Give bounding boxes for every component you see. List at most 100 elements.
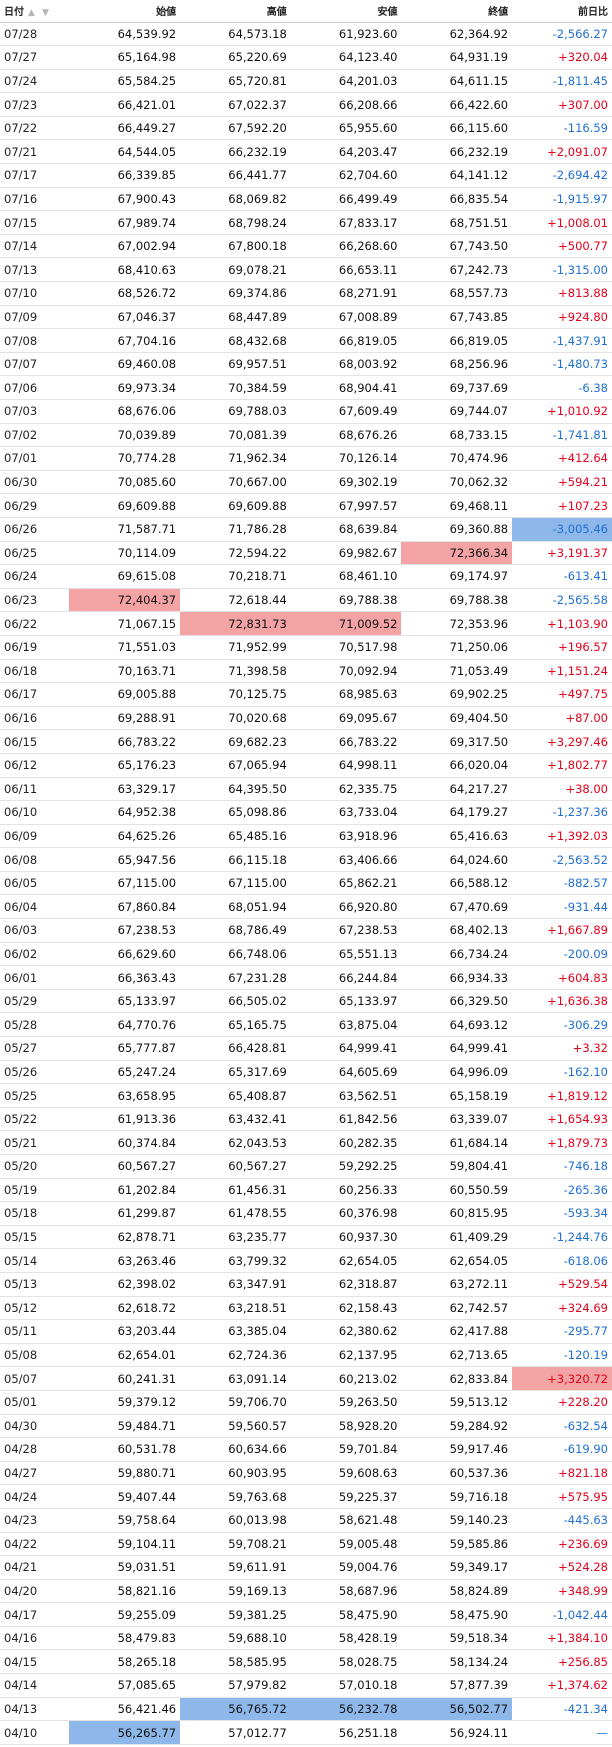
table-row: 05/13 62,398.02 63,347.91 62,318.87 63,272.1… — [0, 1272, 612, 1297]
cell-open: 65,176.23 — [69, 753, 181, 778]
cell-high: 60,903.95 — [180, 1461, 291, 1486]
cell-date: 05/25 — [0, 1083, 70, 1108]
cell-close: 68,751.51 — [401, 210, 513, 235]
cell-close: 66,934.33 — [401, 965, 513, 990]
cell-high: 66,748.06 — [180, 942, 291, 967]
cell-change: -116.59 — [512, 116, 612, 141]
table-row: 05/07 60,241.31 63,091.14 60,213.02 62,833.8… — [0, 1366, 612, 1391]
cell-close: 61,684.14 — [401, 1130, 513, 1155]
cell-change: -746.18 — [512, 1154, 612, 1179]
column-header-date[interactable]: 日付 ▲ ▼ — [0, 0, 70, 23]
table-row: 05/01 59,379.12 59,706.70 59,263.50 59,513.1… — [0, 1390, 612, 1415]
cell-open: 68,526.72 — [69, 281, 181, 306]
cell-close: 59,140.23 — [401, 1508, 513, 1533]
cell-change: -1,480.73 — [512, 352, 612, 377]
cell-low: 66,208.66 — [290, 92, 402, 117]
cell-open: 67,002.94 — [69, 234, 181, 259]
cell-low: 70,517.98 — [290, 635, 402, 660]
table-row: 05/18 61,299.87 61,478.55 60,376.98 60,815.9… — [0, 1201, 612, 1226]
cell-high: 66,115.18 — [180, 847, 291, 872]
table-row: 05/25 63,658.95 65,408.87 63,562.51 65,158.1… — [0, 1083, 612, 1108]
cell-open: 70,163.71 — [69, 659, 181, 684]
cell-close: 62,364.92 — [401, 22, 513, 47]
cell-low: 61,923.60 — [290, 22, 402, 47]
cell-low: 69,788.38 — [290, 588, 402, 613]
cell-open: 66,363.43 — [69, 965, 181, 990]
table-row: 06/08 65,947.56 66,115.18 63,406.66 64,024.6… — [0, 847, 612, 872]
column-header-open[interactable]: 始値 — [69, 0, 181, 23]
column-header-low[interactable]: 安値 — [290, 0, 402, 23]
cell-high: 71,952.99 — [180, 635, 291, 660]
cell-open: 59,407.44 — [69, 1484, 181, 1509]
cell-open: 66,783.22 — [69, 729, 181, 754]
cell-low: 66,244.84 — [290, 965, 402, 990]
cell-date: 04/17 — [0, 1602, 70, 1627]
cell-high: 70,125.75 — [180, 682, 291, 707]
cell-date: 05/21 — [0, 1130, 70, 1155]
table-row: 06/12 65,176.23 67,065.94 64,998.11 66,020.0… — [0, 753, 612, 778]
cell-high: 60,567.27 — [180, 1154, 291, 1179]
cell-low: 58,428.19 — [290, 1626, 402, 1651]
cell-date: 04/20 — [0, 1579, 70, 1604]
cell-high: 70,081.39 — [180, 423, 291, 448]
cell-high: 71,962.34 — [180, 446, 291, 471]
cell-low: 66,499.49 — [290, 187, 402, 212]
cell-high: 67,115.00 — [180, 871, 291, 896]
cell-open: 61,913.36 — [69, 1107, 181, 1132]
cell-low: 59,701.84 — [290, 1437, 402, 1462]
cell-change: -1,811.45 — [512, 69, 612, 94]
table-row: 07/10 68,526.72 69,374.86 68,271.91 68,557.7… — [0, 281, 612, 306]
cell-close: 66,588.12 — [401, 871, 513, 896]
column-header-close[interactable]: 終値 — [401, 0, 513, 23]
cell-open: 59,255.09 — [69, 1602, 181, 1627]
cell-open: 56,265.77 — [69, 1720, 181, 1745]
cell-open: 62,618.72 — [69, 1296, 181, 1321]
cell-change: +3.32 — [512, 1036, 612, 1061]
stock-price-table: 日付 ▲ ▼ 始値 高値 安値 終値 前日比 07/28 64,539.92 64,5… — [0, 0, 612, 1745]
cell-date: 05/13 — [0, 1272, 70, 1297]
cell-close: 62,833.84 — [401, 1366, 513, 1391]
cell-close: 64,931.19 — [401, 45, 513, 70]
cell-low: 64,605.69 — [290, 1060, 402, 1085]
cell-change: +1,636.38 — [512, 989, 612, 1014]
cell-date: 06/25 — [0, 541, 70, 566]
cell-close: 58,475.90 — [401, 1602, 513, 1627]
cell-close: 66,115.60 — [401, 116, 513, 141]
cell-change: +924.80 — [512, 305, 612, 330]
cell-open: 65,584.25 — [69, 69, 181, 94]
cell-date: 07/27 — [0, 45, 70, 70]
cell-change: -1,741.81 — [512, 423, 612, 448]
cell-change: -6.38 — [512, 375, 612, 400]
table-body: 07/28 64,539.92 64,573.18 61,923.60 62,364.9… — [0, 22, 612, 1745]
cell-open: 63,263.46 — [69, 1248, 181, 1273]
cell-change: +1,654.93 — [512, 1107, 612, 1132]
column-header-change[interactable]: 前日比 — [512, 0, 612, 23]
cell-low: 62,137.95 — [290, 1343, 402, 1368]
cell-high: 62,724.36 — [180, 1343, 291, 1368]
table-row: 06/25 70,114.09 72,594.22 69,982.67 72,366.3… — [0, 541, 612, 566]
cell-open: 67,115.00 — [69, 871, 181, 896]
cell-change: +813.88 — [512, 281, 612, 306]
cell-date: 04/15 — [0, 1649, 70, 1675]
cell-low: 70,092.94 — [290, 659, 402, 684]
cell-high: 61,456.31 — [180, 1178, 291, 1203]
cell-open: 69,460.08 — [69, 352, 181, 377]
cell-low: 70,126.14 — [290, 446, 402, 471]
cell-low: 58,928.20 — [290, 1414, 402, 1439]
column-header-high[interactable]: 高値 — [180, 0, 291, 23]
cell-close: 71,250.06 — [401, 635, 513, 660]
cell-high: 69,609.88 — [180, 493, 291, 518]
table-row: 05/26 65,247.24 65,317.69 64,605.69 64,996.0… — [0, 1060, 612, 1085]
sort-arrows-icon[interactable]: ▲ ▼ — [28, 8, 51, 18]
table-row: 04/10 56,265.77 57,012.77 56,251.18 56,924.1… — [0, 1720, 612, 1745]
cell-date: 06/22 — [0, 611, 70, 636]
cell-close: 67,743.85 — [401, 305, 513, 330]
cell-date: 06/04 — [0, 894, 70, 920]
cell-low: 67,997.57 — [290, 493, 402, 518]
cell-date: 06/19 — [0, 635, 70, 660]
cell-date: 06/01 — [0, 965, 70, 990]
table-row: 05/29 65,133.97 66,505.02 65,133.97 66,329.5… — [0, 989, 612, 1014]
table-row: 07/13 68,410.63 69,078.21 66,653.11 67,242.7… — [0, 257, 612, 283]
cell-open: 70,039.89 — [69, 423, 181, 448]
cell-date: 06/24 — [0, 564, 70, 589]
